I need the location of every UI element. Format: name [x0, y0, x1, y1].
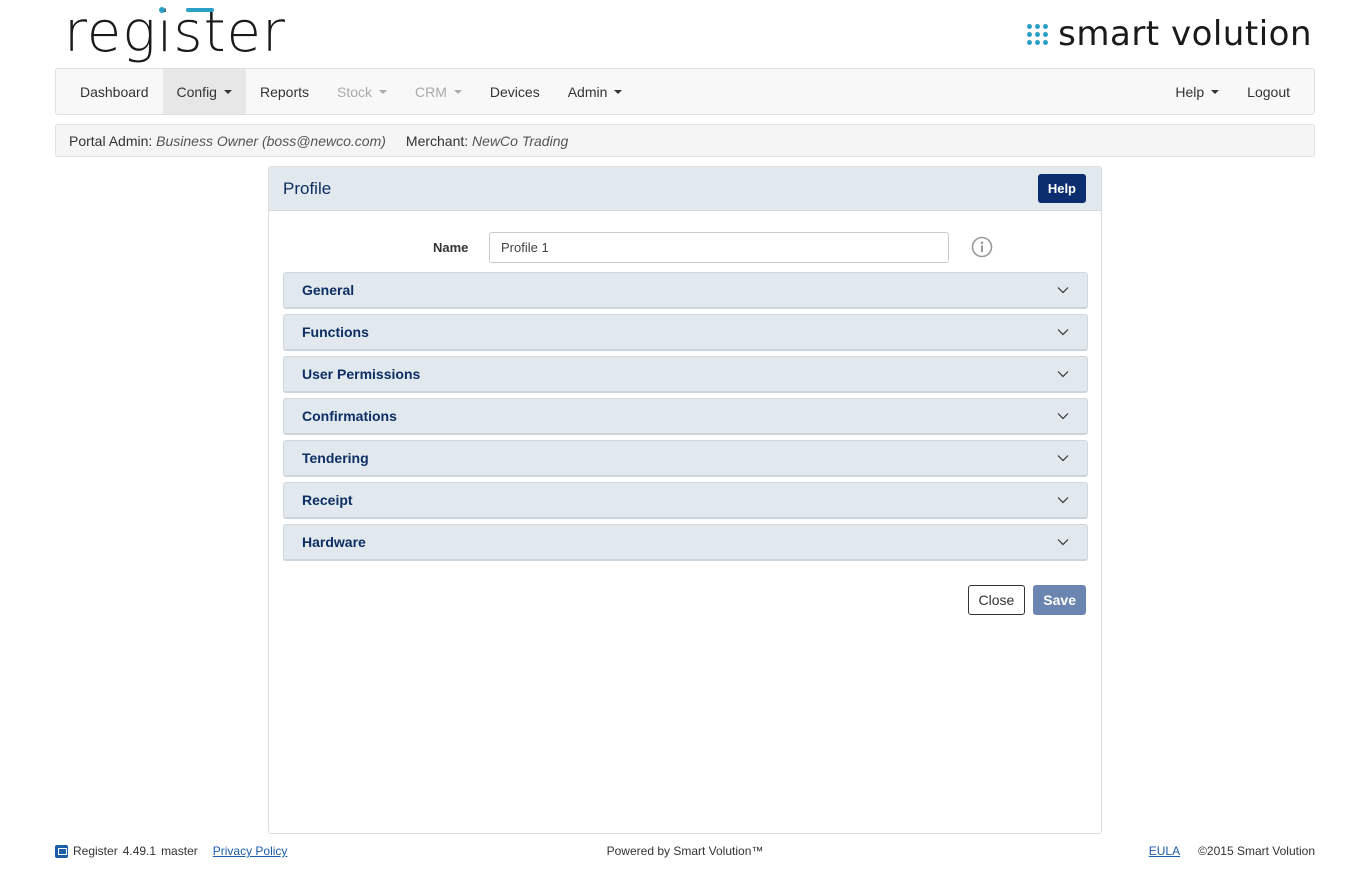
chevron-down-icon	[1057, 497, 1069, 504]
caret-down-icon	[453, 90, 462, 94]
chevron-down-icon	[1057, 287, 1069, 294]
section-list: General Functions User Permissions Confirma…	[283, 272, 1088, 566]
section-label: User Permissions	[302, 366, 421, 382]
nav-item-label: Dashboard	[80, 83, 149, 100]
page-title: Profile	[283, 178, 332, 198]
caret-down-icon	[379, 90, 388, 94]
section-confirmations[interactable]: Confirmations	[283, 398, 1088, 435]
eula-link[interactable]: EULA	[1149, 844, 1180, 858]
nav-item-help[interactable]: Help	[1161, 69, 1233, 114]
caret-down-icon	[614, 90, 623, 94]
save-button[interactable]: Save	[1033, 585, 1086, 615]
close-button[interactable]: Close	[967, 585, 1026, 615]
nav-right: Help Logout	[1161, 69, 1304, 114]
smart-volution-logo: smart volution	[1027, 14, 1312, 54]
footer: Register 4.49.1 master Privacy Policy Po…	[55, 844, 1315, 860]
nav-item-admin[interactable]: Admin	[554, 69, 637, 114]
section-general[interactable]: General	[283, 272, 1088, 309]
section-label: Confirmations	[302, 408, 397, 424]
profile-panel: Profile Help Name General Functions User P…	[268, 166, 1102, 834]
footer-powered-by: Powered by Smart Volution™	[606, 844, 764, 858]
panel-header: Profile Help	[269, 167, 1101, 211]
logo-dot	[159, 7, 165, 13]
nav-item-label: Reports	[259, 83, 309, 100]
nav-item-devices[interactable]: Devices	[476, 69, 554, 114]
nav-item-label: Devices	[489, 83, 540, 100]
caret-down-icon	[1211, 90, 1220, 94]
name-label: Name	[433, 240, 469, 255]
smart-volution-logo-text: smart volution	[1058, 14, 1312, 54]
nav-item-label: Admin	[567, 83, 608, 100]
nav-item-crm[interactable]: CRM	[401, 69, 476, 114]
chevron-down-icon	[1057, 539, 1069, 546]
portal-admin-label: Portal Admin:	[69, 132, 153, 149]
context-bar: Portal Admin: Business Owner (boss@newco…	[55, 124, 1315, 157]
nav-item-label: CRM	[415, 83, 447, 100]
register-logo: register	[64, 2, 286, 64]
section-functions[interactable]: Functions	[283, 314, 1088, 351]
nav-item-dashboard[interactable]: Dashboard	[66, 69, 163, 114]
name-row: Name	[269, 232, 1101, 264]
section-label: Receipt	[302, 492, 353, 508]
section-tendering[interactable]: Tendering	[283, 440, 1088, 477]
section-label: Functions	[302, 324, 369, 340]
chevron-down-icon	[1057, 329, 1069, 336]
section-label: Tendering	[302, 450, 369, 466]
nav-item-config[interactable]: Config	[162, 69, 246, 114]
nav-item-stock[interactable]: Stock	[323, 69, 401, 114]
caret-down-icon	[223, 90, 232, 94]
section-label: General	[302, 282, 355, 298]
form-actions: Close Save	[967, 585, 1086, 615]
section-hardware[interactable]: Hardware	[283, 524, 1088, 561]
info-icon[interactable]	[971, 236, 993, 258]
nav-item-label: Stock	[337, 83, 373, 100]
nav-item-label: Logout	[1247, 83, 1290, 100]
chevron-down-icon	[1057, 371, 1069, 378]
section-receipt[interactable]: Receipt	[283, 482, 1088, 519]
nav-item-label: Help	[1175, 83, 1205, 100]
name-input[interactable]	[489, 232, 949, 263]
register-logo-text: register	[64, 0, 287, 65]
portal-admin-value: Business Owner (boss@newco.com)	[156, 132, 386, 149]
nav-left: Dashboard Config Reports Stock CRM Devices Adm…	[66, 69, 636, 114]
nav-item-label: Config	[176, 83, 217, 100]
main-navbar: Dashboard Config Reports Stock CRM Devices Adm…	[55, 68, 1315, 115]
help-button[interactable]: Help	[1037, 174, 1086, 203]
section-label: Hardware	[302, 534, 366, 550]
chevron-down-icon	[1057, 413, 1069, 420]
footer-right: EULA ©2015 Smart Volution	[1149, 844, 1315, 858]
nav-item-reports[interactable]: Reports	[246, 69, 323, 114]
merchant-value: NewCo Trading	[472, 132, 569, 149]
merchant-label: Merchant:	[405, 132, 469, 149]
section-user-permissions[interactable]: User Permissions	[283, 356, 1088, 393]
logo-bar	[186, 8, 214, 12]
smart-volution-dots-icon	[1027, 23, 1049, 45]
nav-item-logout[interactable]: Logout	[1233, 69, 1304, 114]
chevron-down-icon	[1057, 455, 1069, 462]
footer-copyright: ©2015 Smart Volution	[1198, 844, 1315, 858]
